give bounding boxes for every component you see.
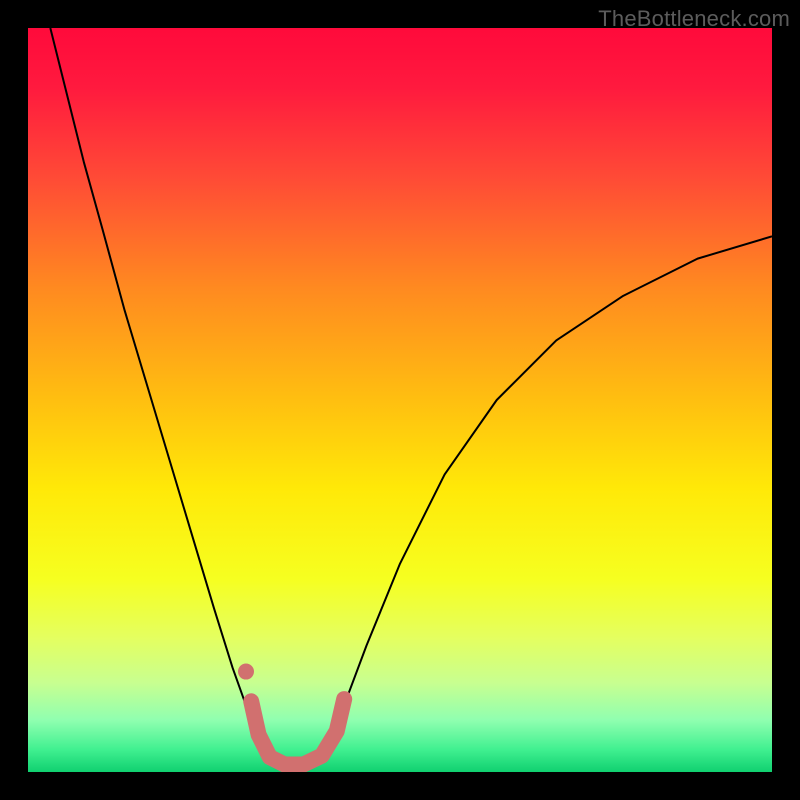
highlight-dot [238, 664, 254, 680]
chart-frame [28, 28, 772, 772]
gradient-background [28, 28, 772, 772]
bottleneck-plot [28, 28, 772, 772]
watermark-label: TheBottleneck.com [598, 6, 790, 32]
